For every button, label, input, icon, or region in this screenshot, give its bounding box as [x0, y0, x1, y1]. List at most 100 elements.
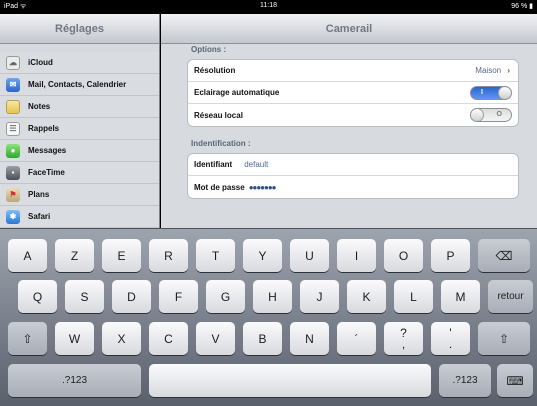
status-bar: iPad ᯤ 11:18 96 % ▮	[0, 0, 537, 14]
key-z[interactable]: Z	[55, 239, 94, 272]
sidebar-list: ☁ iCloud ✉ Mail, Contacts, Calendrier No…	[0, 52, 159, 228]
mail-icon: ✉	[6, 77, 20, 92]
shift-icon: ⇧	[22, 331, 33, 346]
key-g[interactable]: G	[206, 280, 245, 313]
key-x[interactable]: X	[102, 322, 141, 355]
period-mark: .	[448, 336, 453, 351]
key-l[interactable]: L	[394, 280, 433, 313]
messages-icon: ●	[6, 143, 20, 158]
identification-section-label: Indentification :	[191, 139, 251, 148]
camerail-settings-panel: Camerail Options : Résolution Maison › E…	[161, 14, 537, 228]
key-t[interactable]: T	[196, 239, 235, 272]
resolution-value: Maison ›	[475, 66, 510, 75]
key-w[interactable]: W	[55, 322, 94, 355]
sidebar-title: Réglages	[55, 22, 104, 35]
chevron-right-icon: ›	[507, 66, 510, 75]
key-i[interactable]: I	[337, 239, 376, 272]
shift-key-right[interactable]: ⇧	[478, 322, 530, 355]
page-title: Camerail	[325, 22, 373, 35]
key-v[interactable]: V	[196, 322, 235, 355]
sidebar-item-facetime[interactable]: ▪ FaceTime	[0, 162, 159, 184]
auto-light-row: Eclairage automatique I	[188, 82, 518, 104]
key-e[interactable]: E	[102, 239, 141, 272]
sidebar-item-safari[interactable]: ✱ Safari	[0, 206, 159, 228]
cloud-icon: ☁	[6, 55, 20, 70]
sidebar-item-mail[interactable]: ✉ Mail, Contacts, Calendrier	[0, 74, 159, 96]
key-question-comma[interactable]: ? ,	[384, 322, 423, 355]
apostrophe-period-glyphs: ' .	[448, 327, 453, 351]
toggle-knob	[498, 87, 511, 99]
identifier-label: Identifiant	[194, 160, 233, 169]
key-a[interactable]: A	[8, 239, 47, 272]
sidebar-item-label: FaceTime	[28, 168, 65, 177]
sidebar-item-notes[interactable]: Notes	[0, 96, 159, 118]
settings-sidebar: Réglages ☁ iCloud ✉ Mail, Contacts, Cale…	[0, 14, 160, 228]
resolution-value-text: Maison	[475, 66, 502, 75]
sidebar-item-label: Messages	[28, 146, 67, 155]
resolution-row[interactable]: Résolution Maison ›	[188, 60, 518, 82]
facetime-icon: ▪	[6, 165, 20, 180]
numbers-key-left[interactable]: .?123	[8, 364, 141, 397]
password-label: Mot de passe	[194, 182, 245, 192]
reminders-icon: ☰	[6, 121, 20, 136]
keyboard-icon: ⌨	[506, 373, 524, 388]
key-p[interactable]: P	[431, 239, 470, 272]
key-f[interactable]: F	[159, 280, 198, 313]
key-u[interactable]: U	[290, 239, 329, 272]
options-group: Résolution Maison › Eclairage automatiqu…	[187, 59, 519, 127]
sidebar-item-label: Rappels	[28, 124, 60, 133]
key-d[interactable]: D	[112, 280, 151, 313]
notes-icon	[6, 99, 20, 114]
detail-header: Camerail	[161, 14, 537, 44]
key-accent[interactable]: ´	[337, 322, 376, 355]
maps-icon: ⚑	[6, 187, 20, 202]
sidebar-item-maps[interactable]: ⚑ Plans	[0, 184, 159, 206]
space-bar[interactable]	[149, 364, 431, 397]
local-network-row: Réseau local O	[188, 104, 518, 126]
key-q[interactable]: Q	[18, 280, 57, 313]
key-b[interactable]: B	[243, 322, 282, 355]
comma-mark: ,	[401, 336, 406, 351]
local-network-toggle[interactable]: O	[470, 108, 512, 122]
sidebar-item-label: Plans	[28, 190, 50, 199]
return-key[interactable]: retour	[488, 280, 533, 313]
key-y[interactable]: Y	[243, 239, 282, 272]
sidebar-item-reminders[interactable]: ☰ Rappels	[0, 118, 159, 140]
shift-key-left[interactable]: ⇧	[8, 322, 47, 355]
key-n[interactable]: N	[290, 322, 329, 355]
key-s[interactable]: S	[65, 280, 104, 313]
sidebar-item-label: Safari	[28, 212, 51, 221]
numbers-key-right[interactable]: .?123	[439, 364, 491, 397]
backspace-icon: ⌫	[495, 248, 513, 263]
key-j[interactable]: J	[300, 280, 339, 313]
toggle-off-mark: O	[496, 111, 502, 118]
key-m[interactable]: M	[441, 280, 480, 313]
key-k[interactable]: K	[347, 280, 386, 313]
key-h[interactable]: H	[253, 280, 292, 313]
password-input[interactable]: ●●●●●●●	[249, 183, 277, 192]
identifier-input[interactable]: default	[244, 160, 268, 169]
sidebar-item-icloud[interactable]: ☁ iCloud	[0, 52, 159, 74]
key-c[interactable]: C	[149, 322, 188, 355]
identification-group: Identifiant default Mot de passe ●●●●●●●	[187, 153, 519, 199]
battery-indicator: 96 % ▮	[511, 3, 533, 10]
safari-icon: ✱	[6, 209, 20, 224]
key-r[interactable]: R	[149, 239, 188, 272]
auto-light-label: Eclairage automatique	[194, 88, 280, 97]
key-apostrophe-period[interactable]: ' .	[431, 322, 470, 355]
question-comma-glyphs: ? ,	[400, 327, 407, 351]
sidebar-item-label: Notes	[28, 102, 51, 111]
sidebar-header: Réglages	[0, 14, 159, 44]
auto-light-toggle[interactable]: I	[470, 86, 512, 100]
sidebar-item-label: iCloud	[28, 58, 53, 67]
toggle-knob	[471, 109, 484, 121]
sidebar-item-messages[interactable]: ● Messages	[0, 140, 159, 162]
key-o[interactable]: O	[384, 239, 423, 272]
status-time: 11:18	[260, 2, 277, 9]
password-row[interactable]: Mot de passe ●●●●●●●	[188, 176, 518, 198]
options-section-label: Options :	[191, 45, 227, 54]
hide-keyboard-key[interactable]: ⌨	[497, 364, 533, 397]
backspace-key[interactable]: ⌫	[478, 239, 530, 272]
on-screen-keyboard: A Z E R T Y U I O P ⌫ Q S D F G H J K L …	[0, 228, 537, 406]
identifier-row[interactable]: Identifiant default	[188, 154, 518, 176]
